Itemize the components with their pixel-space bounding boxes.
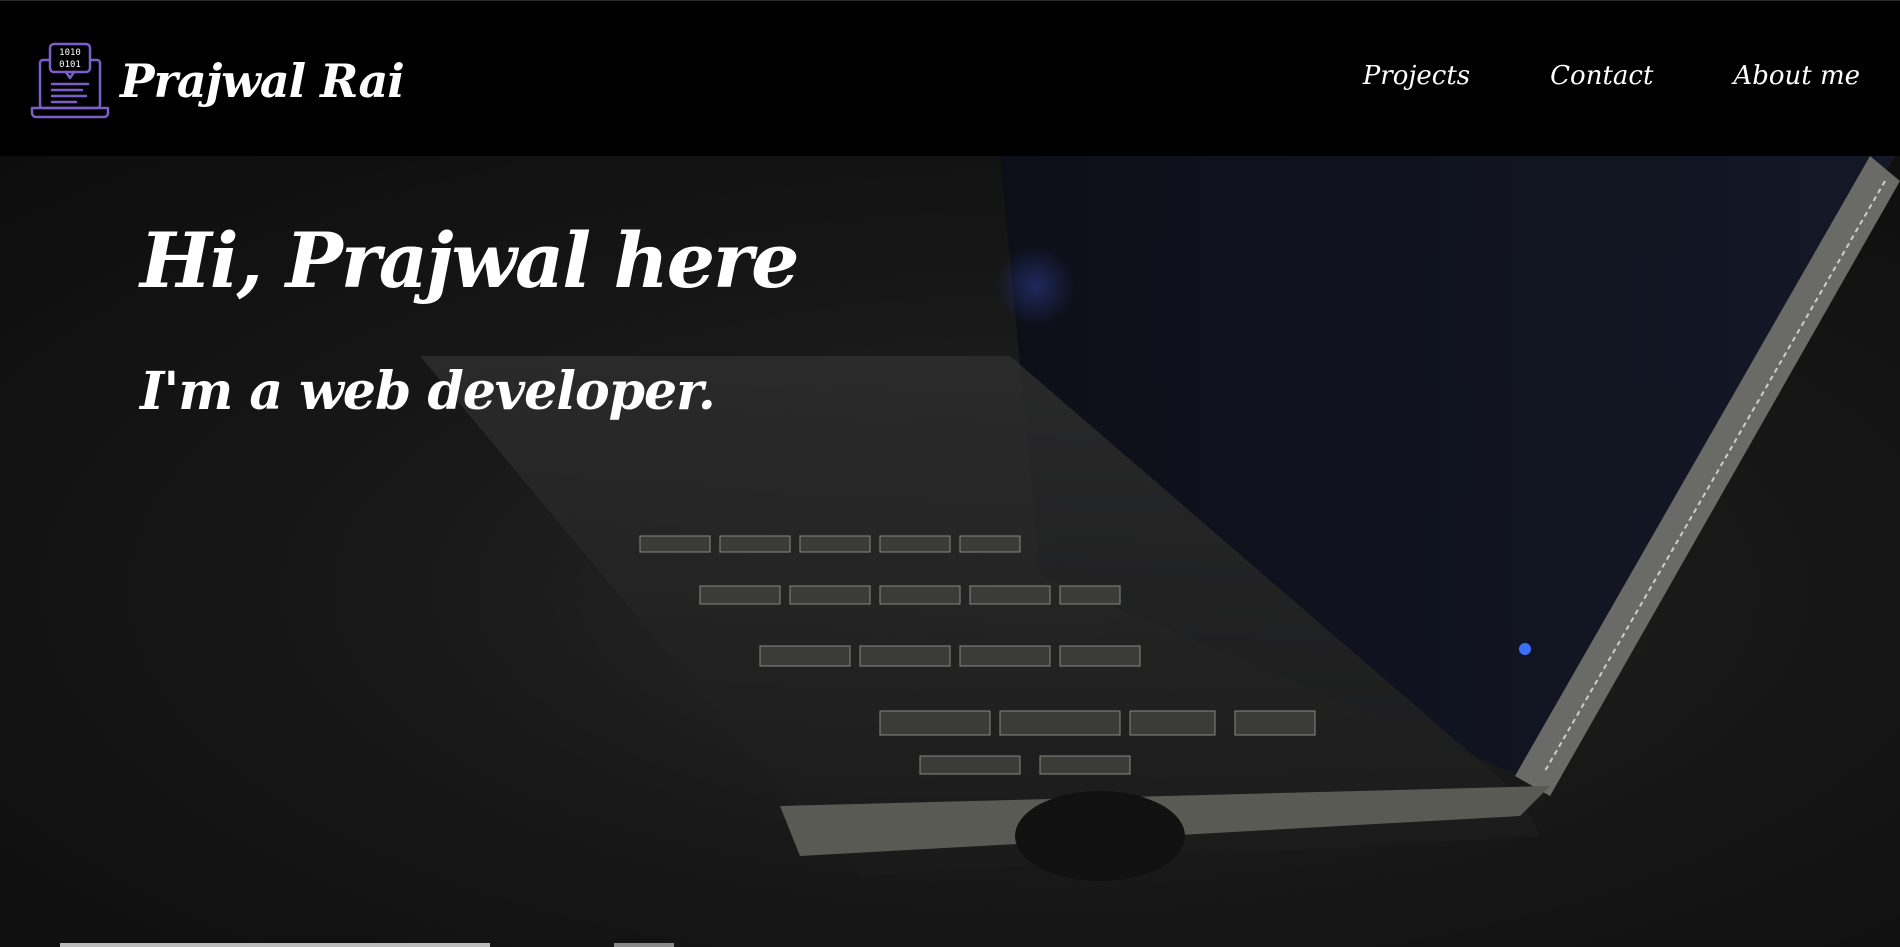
brand[interactable]: 1010 0101 Prajwal Rai [30,41,405,121]
binary-laptop-icon: 1010 0101 [30,42,110,119]
bottom-scroll-thumb[interactable] [614,943,674,947]
bottom-scroll-indicator [60,943,490,947]
hero-section: Hi, Prajwal here I'm a web developer. [0,156,1900,947]
navbar: 1010 0101 Prajwal Rai Projects Contact A… [0,0,1900,156]
hero-subtitle: I'm a web developer. [140,361,716,422]
logo-text-top: 1010 [59,48,81,58]
logo-text-bottom: 0101 [59,60,81,70]
brand-name[interactable]: Prajwal Rai [120,54,405,108]
nav-link-projects[interactable]: Projects [1363,61,1470,91]
nav-links: Projects Contact About me [1363,61,1860,91]
nav-link-about-me[interactable]: About me [1733,61,1860,91]
hero-title: Hi, Prajwal here [140,216,800,305]
nav-link-contact[interactable]: Contact [1550,61,1653,91]
